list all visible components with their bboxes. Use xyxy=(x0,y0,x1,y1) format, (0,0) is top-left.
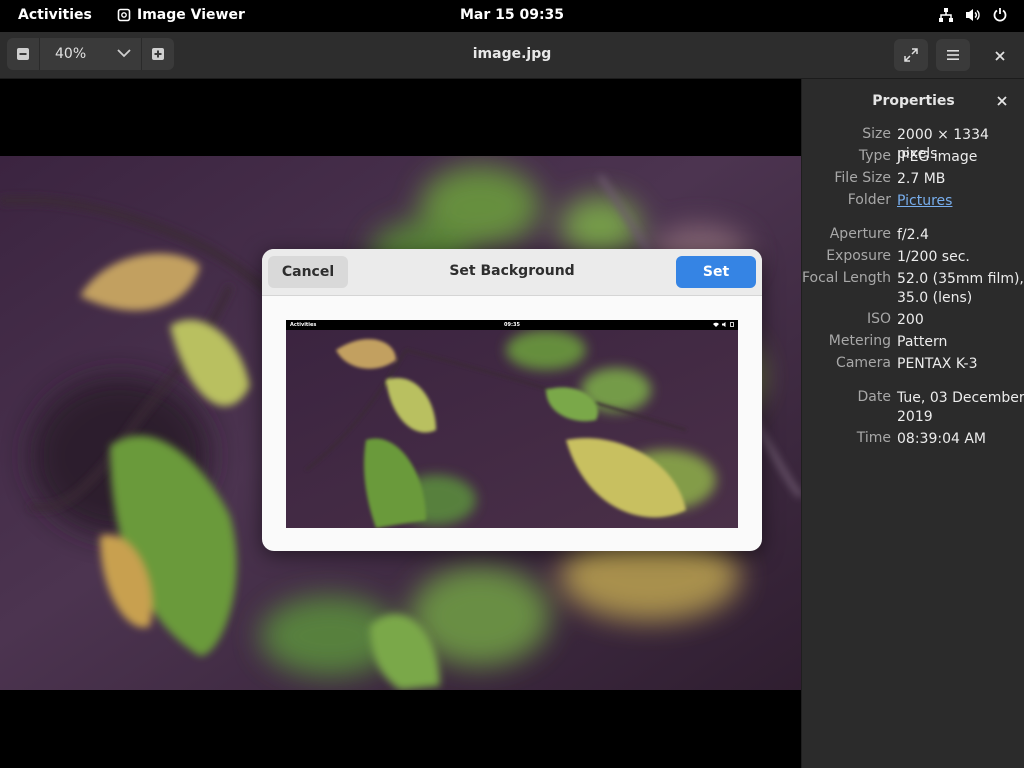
property-label: Exposure xyxy=(826,248,891,264)
set-background-dialog: Cancel Set Background Set Activities 09:… xyxy=(262,249,762,551)
property-label: Time xyxy=(856,430,891,446)
properties-title: Properties xyxy=(872,93,955,109)
close-window-button[interactable] xyxy=(990,46,1010,66)
background-preview: Activities 09:35 xyxy=(286,320,738,528)
top-bar: Activities Image Viewer Mar 15 09:35 xyxy=(0,0,1024,32)
property-label: Size xyxy=(862,126,891,142)
volume-icon xyxy=(966,9,980,21)
property-label: Date xyxy=(857,389,891,405)
zoom-control: 40% xyxy=(7,38,174,70)
preview-tray xyxy=(713,322,734,327)
property-label: Type xyxy=(858,148,891,164)
property-value: PENTAX K-3 xyxy=(897,356,978,372)
property-value: JPEG image xyxy=(897,149,978,165)
image-viewer-icon xyxy=(117,8,131,22)
folder-link[interactable]: Pictures xyxy=(897,192,1024,211)
fullscreen-icon xyxy=(904,48,918,62)
volume-icon xyxy=(722,322,726,327)
properties-panel: Properties Size 2000 × 1334 pixels Type … xyxy=(801,79,1024,768)
property-label: Folder xyxy=(847,192,891,208)
property-value: Pattern xyxy=(897,334,948,350)
system-tray[interactable] xyxy=(938,7,1008,23)
zoom-level[interactable]: 40% xyxy=(55,46,86,62)
clock[interactable]: Mar 15 09:35 xyxy=(460,7,564,23)
app-name: Image Viewer xyxy=(137,7,245,23)
property-label: Focal Length xyxy=(801,270,891,286)
battery-icon xyxy=(730,322,734,327)
network-icon xyxy=(939,8,953,22)
property-label: Aperture xyxy=(829,226,891,242)
dialog-header: Cancel Set Background Set xyxy=(262,249,762,296)
fullscreen-button[interactable] xyxy=(894,39,928,71)
set-button[interactable]: Set xyxy=(676,256,756,288)
property-label: ISO xyxy=(866,311,891,327)
zoom-in-icon xyxy=(152,48,164,60)
property-value: 1/200 sec. xyxy=(897,249,970,265)
hamburger-menu-icon xyxy=(947,50,959,60)
property-value: 52.0 (35mm film), 35.0 (lens) xyxy=(897,271,1024,306)
app-menu[interactable]: Image Viewer xyxy=(117,7,245,23)
property-value: 08:39:04 AM xyxy=(897,431,986,447)
chevron-down-icon xyxy=(117,49,131,58)
property-value: 2.7 MB xyxy=(897,171,946,187)
preview-top-bar: Activities 09:35 xyxy=(286,320,738,330)
property-label: Metering xyxy=(828,333,891,349)
property-label: Camera xyxy=(836,355,891,371)
zoom-out-button[interactable] xyxy=(7,38,40,70)
property-value: f/2.4 xyxy=(897,227,929,243)
property-label: File Size xyxy=(834,170,891,186)
zoom-dropdown[interactable] xyxy=(115,44,133,66)
cancel-button[interactable]: Cancel xyxy=(268,256,348,288)
zoom-out-icon xyxy=(17,48,29,60)
preview-photo xyxy=(286,330,738,528)
preview-clock: 09:35 xyxy=(504,322,520,328)
zoom-in-button[interactable] xyxy=(141,38,174,70)
activities-button[interactable]: Activities xyxy=(18,7,92,23)
close-properties-icon[interactable] xyxy=(995,94,1009,108)
power-icon xyxy=(993,8,1007,22)
property-value: Tue, 03 December 2019 xyxy=(897,390,1024,425)
header-bar: 40% image.jpg xyxy=(0,32,1024,79)
close-icon xyxy=(995,51,1005,61)
main-menu-button[interactable] xyxy=(936,39,970,71)
wifi-icon xyxy=(713,322,719,327)
property-value: 200 xyxy=(897,312,924,328)
